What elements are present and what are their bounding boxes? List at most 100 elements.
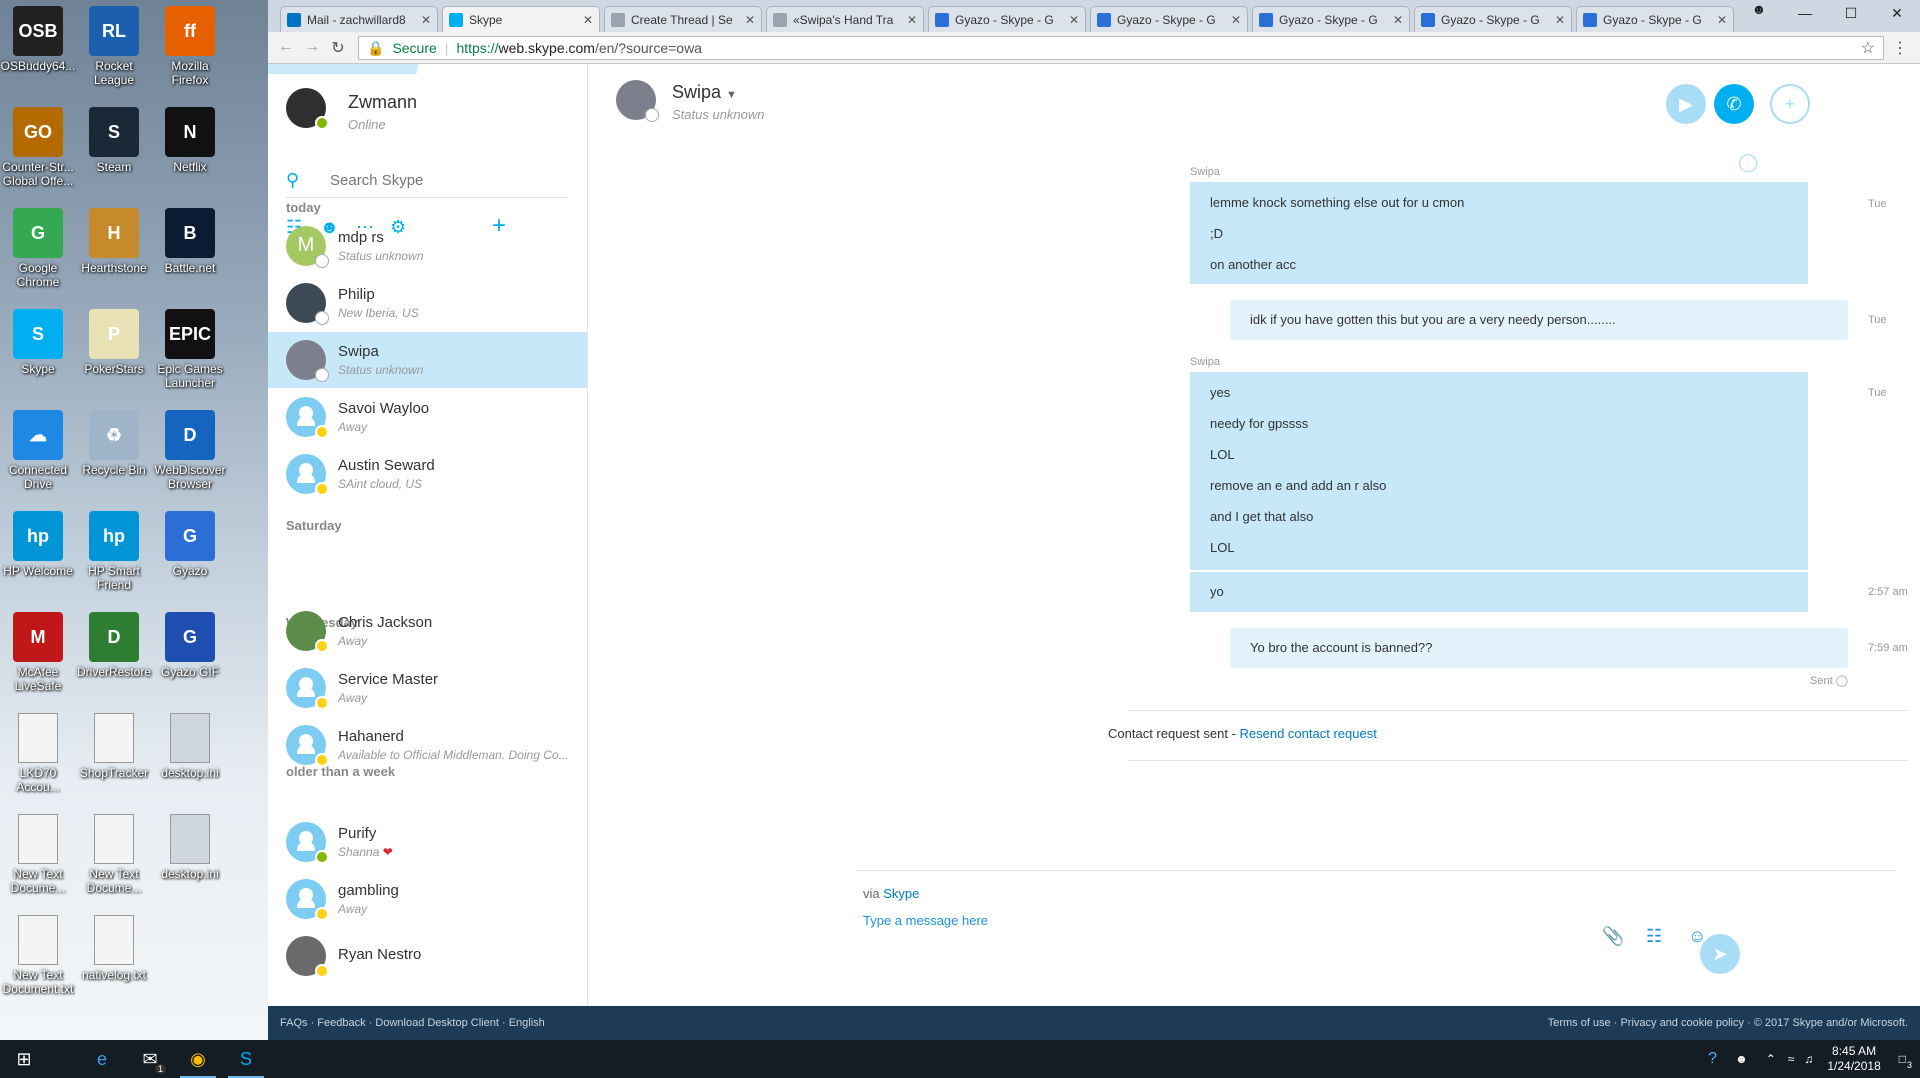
- close-tab-icon[interactable]: ✕: [421, 13, 431, 27]
- contact-item[interactable]: Ryan Nestro: [268, 928, 587, 984]
- desktop-icon[interactable]: hp HP Welcome: [0, 511, 76, 578]
- footer-link[interactable]: English: [509, 1017, 545, 1029]
- close-window-icon[interactable]: ✕: [1874, 0, 1920, 28]
- desktop-icon[interactable]: B Battle.net: [152, 208, 228, 275]
- maximize-icon[interactable]: ☐: [1828, 0, 1874, 28]
- desktop-icon[interactable]: GO Counter-Str... Global Offe...: [0, 107, 76, 188]
- my-avatar[interactable]: [286, 88, 329, 130]
- start-button[interactable]: ⊞: [0, 1040, 48, 1078]
- send-contact-icon[interactable]: ☷: [1646, 926, 1662, 947]
- desktop-icon[interactable]: N Netflix: [152, 107, 228, 174]
- taskbar-mail-icon[interactable]: ✉ 1: [126, 1040, 174, 1078]
- browser-tab[interactable]: Mail - zachwillard8 ✕: [280, 6, 438, 32]
- search-input[interactable]: [330, 172, 550, 189]
- footer-link[interactable]: Download Desktop Client: [375, 1017, 499, 1029]
- volume-icon[interactable]: ♫: [1804, 1052, 1813, 1066]
- back-icon[interactable]: ←: [276, 38, 296, 56]
- desktop-icon[interactable]: G Google Chrome: [0, 208, 76, 289]
- browser-tab[interactable]: Gyazo - Skype - G ✕: [1414, 6, 1572, 32]
- desktop-icon[interactable]: ♻ Recycle Bin: [76, 410, 152, 477]
- taskbar-skype-icon[interactable]: S: [222, 1040, 270, 1078]
- desktop-icon[interactable]: P PokerStars: [76, 309, 152, 376]
- clock[interactable]: 8:45 AM 1/24/2018: [1827, 1044, 1880, 1074]
- compose-area[interactable]: via Skype Type a message here: [863, 886, 988, 928]
- desktop-icon[interactable]: D WebDiscover Browser: [152, 410, 228, 491]
- desktop-icon[interactable]: RL Rocket League: [76, 6, 152, 87]
- wifi-icon[interactable]: ≈: [1788, 1052, 1795, 1066]
- browser-tab[interactable]: «Swipa's Hand Tra ✕: [766, 6, 924, 32]
- desktop-icon[interactable]: New Text Document.txt: [0, 915, 76, 996]
- people-icon[interactable]: ☻: [1735, 1052, 1748, 1066]
- desktop-icon[interactable]: G Gyazo: [152, 511, 228, 578]
- browser-tab[interactable]: Gyazo - Skype - G ✕: [1252, 6, 1410, 32]
- close-tab-icon[interactable]: ✕: [907, 13, 917, 27]
- browser-tab[interactable]: Gyazo - Skype - G ✕: [928, 6, 1086, 32]
- audio-call-button[interactable]: ✆: [1714, 84, 1754, 124]
- browser-tab[interactable]: Create Thread | Se ✕: [604, 6, 762, 32]
- desktop-icon[interactable]: S Skype: [0, 309, 76, 376]
- my-profile[interactable]: Zwmann Online: [286, 88, 417, 132]
- contact-item[interactable]: Savoi Wayloo Away: [268, 389, 587, 445]
- send-button[interactable]: ➤: [1700, 934, 1740, 974]
- contact-item[interactable]: Service Master Away: [268, 660, 587, 716]
- contact-item[interactable]: Austin Seward SAint cloud, US: [268, 446, 587, 502]
- desktop-icon[interactable]: New Text Docume...: [76, 814, 152, 895]
- video-call-button[interactable]: ▶: [1666, 84, 1706, 124]
- close-tab-icon[interactable]: ✕: [1393, 13, 1403, 27]
- desktop-icon[interactable]: desktop.ini: [152, 814, 228, 881]
- notification-icon[interactable]: □ 3: [1899, 1052, 1912, 1070]
- desktop-icon[interactable]: ShopTracker: [76, 713, 152, 780]
- forward-icon[interactable]: →: [302, 38, 322, 56]
- close-tab-icon[interactable]: ✕: [745, 13, 755, 27]
- taskbar-ie-icon[interactable]: e: [78, 1040, 126, 1078]
- close-tab-icon[interactable]: ✕: [1069, 13, 1079, 27]
- browser-tab[interactable]: Gyazo - Skype - G ✕: [1090, 6, 1248, 32]
- contact-name[interactable]: Swipa ▼: [672, 82, 765, 103]
- menu-icon[interactable]: ⋮: [1890, 38, 1910, 58]
- omnibox[interactable]: 🔒 Secure | https://web.skype.com/en/?sou…: [358, 36, 1884, 60]
- chevron-up-icon[interactable]: ⌃: [1766, 1052, 1776, 1066]
- desktop-icon[interactable]: OSB OSBuddy64...: [0, 6, 76, 73]
- bookmark-star-icon[interactable]: ☆: [1861, 38, 1875, 58]
- send-file-icon[interactable]: 📎: [1602, 926, 1624, 947]
- desktop-icon[interactable]: desktop.ini: [152, 713, 228, 780]
- contact-item[interactable]: Mmdp rs Status unknown: [268, 218, 587, 274]
- browser-tab[interactable]: Skype ✕: [442, 6, 600, 33]
- desktop-icon[interactable]: H Hearthstone: [76, 208, 152, 275]
- contact-item[interactable]: Purify Shanna ❤: [268, 814, 587, 870]
- close-tab-icon[interactable]: ✕: [1231, 13, 1241, 27]
- footer-link[interactable]: Feedback: [317, 1017, 365, 1029]
- desktop-icon[interactable]: ff Mozilla Firefox: [152, 6, 228, 87]
- contact-item[interactable]: Hahanerd Available to Official Middleman.…: [268, 717, 587, 773]
- close-tab-icon[interactable]: ✕: [583, 13, 593, 27]
- desktop-icon[interactable]: S Steam: [76, 107, 152, 174]
- close-tab-icon[interactable]: ✕: [1717, 13, 1727, 27]
- browser-tab[interactable]: Gyazo - Skype - G ✕: [1576, 6, 1734, 32]
- profile-icon[interactable]: ☻: [1736, 0, 1782, 24]
- desktop-icon[interactable]: D DriverRestore: [76, 612, 152, 679]
- contact-item[interactable]: Chris Jackson Away: [268, 603, 587, 659]
- desktop-icon[interactable]: hp HP Smart Friend: [76, 511, 152, 592]
- footer-link[interactable]: © 2017 Skype and/or Microsoft.: [1754, 1017, 1908, 1029]
- desktop-icon[interactable]: LKD70 Accou...: [0, 713, 76, 794]
- desktop-icon[interactable]: G Gyazo GIF: [152, 612, 228, 679]
- close-tab-icon[interactable]: ✕: [1555, 13, 1565, 27]
- contact-avatar[interactable]: [616, 80, 659, 122]
- globe-icon[interactable]: ◯: [1738, 152, 1758, 173]
- footer-link[interactable]: Terms of use: [1548, 1017, 1611, 1029]
- desktop-icon[interactable]: New Text Docume...: [0, 814, 76, 895]
- add-people-button[interactable]: +: [1770, 84, 1810, 124]
- desktop-icon[interactable]: M McAfee LiveSafe: [0, 612, 76, 693]
- taskbar-chrome-icon[interactable]: ◉: [174, 1040, 222, 1078]
- help-icon[interactable]: ?: [1708, 1050, 1717, 1068]
- desktop-icon[interactable]: ☁ Connected Drive: [0, 410, 76, 491]
- minimize-icon[interactable]: —: [1782, 0, 1828, 28]
- contact-item[interactable]: Philip New Iberia, US: [268, 275, 587, 331]
- search-box[interactable]: ⚲: [286, 164, 568, 198]
- desktop-icon[interactable]: EPIC Epic Games Launcher: [152, 309, 228, 390]
- contact-item[interactable]: Swipa Status unknown: [268, 332, 587, 388]
- footer-link[interactable]: FAQs: [280, 1017, 308, 1029]
- footer-link[interactable]: Privacy and cookie policy: [1620, 1017, 1744, 1029]
- resend-request-link[interactable]: Resend contact request: [1240, 726, 1377, 741]
- contact-item[interactable]: gambling Away: [268, 871, 587, 927]
